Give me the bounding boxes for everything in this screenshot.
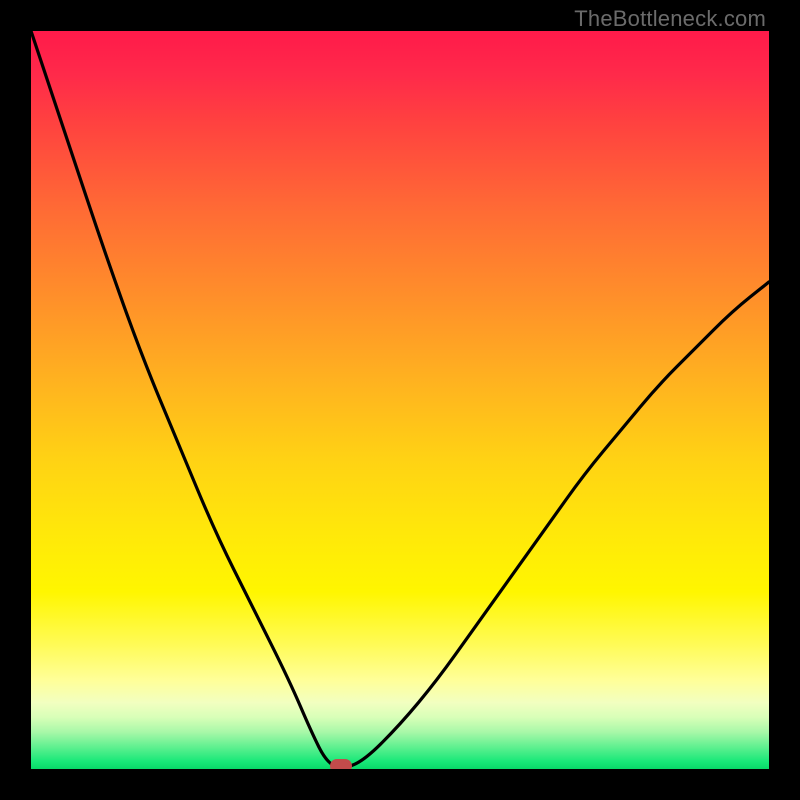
chart-frame: TheBottleneck.com [0,0,800,800]
watermark-text: TheBottleneck.com [574,6,766,32]
bottleneck-curve [31,31,769,767]
plot-area [31,31,769,769]
minimum-marker [330,759,352,769]
curve-svg [31,31,769,769]
